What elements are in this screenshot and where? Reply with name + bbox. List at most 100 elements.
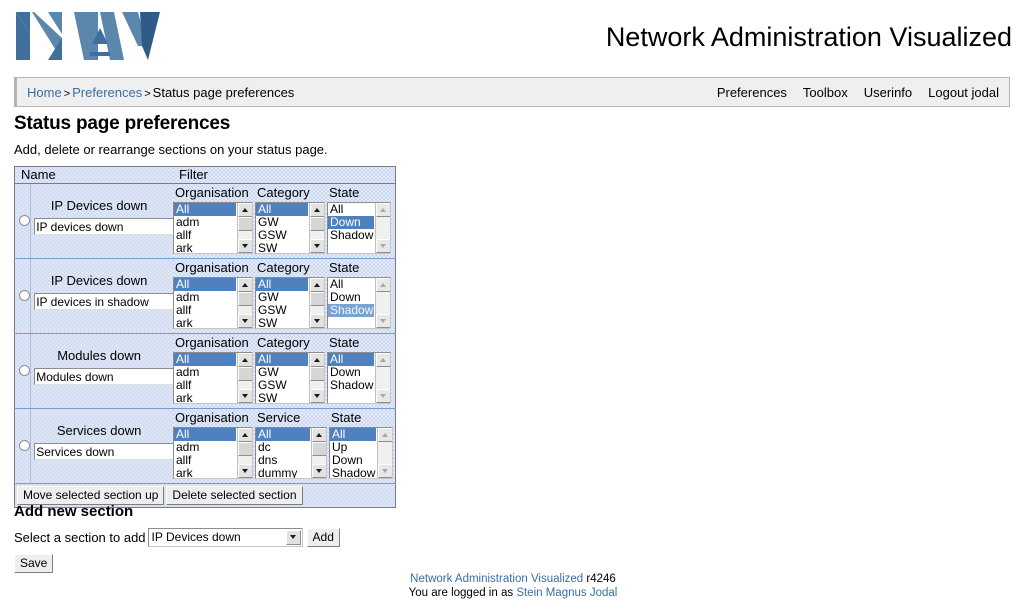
scroll-down-icon[interactable]: [310, 239, 324, 253]
breadcrumb-item-home[interactable]: Home: [27, 85, 62, 100]
section-select-radio-cell[interactable]: [14, 183, 32, 259]
section-filter-cell: Organisation All adm allf ark Service All dc dns…: [173, 408, 396, 484]
listbox-scrollbar[interactable]: [237, 203, 252, 253]
listbox-option[interactable]: ark: [174, 317, 236, 329]
scroll-up-icon[interactable]: [238, 278, 252, 292]
scroll-down-icon[interactable]: [376, 314, 390, 328]
scrollbar-track[interactable]: [376, 292, 390, 314]
section-select-radio-cell[interactable]: [14, 333, 32, 409]
radio-button-icon[interactable]: [19, 440, 30, 451]
radio-button-icon[interactable]: [19, 290, 30, 301]
listbox-scrollbar[interactable]: [309, 203, 324, 253]
listbox-option[interactable]: ark: [174, 467, 236, 479]
listbox-option[interactable]: Shadow: [328, 379, 374, 392]
filter-column-state: State All Up Down Shadow: [329, 409, 393, 479]
scrollbar-thumb[interactable]: [238, 217, 252, 231]
scrollbar-thumb[interactable]: [310, 292, 324, 306]
add-section-button[interactable]: Add: [306, 527, 340, 547]
scrollbar-track[interactable]: [376, 367, 390, 389]
scroll-up-icon[interactable]: [376, 278, 390, 292]
toolbar-link-userinfo[interactable]: Userinfo: [864, 85, 912, 100]
toolbar-link-logout[interactable]: Logout jodal: [928, 85, 999, 100]
scrollbar-thumb[interactable]: [238, 442, 252, 456]
listbox-scrollbar[interactable]: [237, 353, 252, 403]
scroll-down-icon[interactable]: [376, 389, 390, 403]
section-select-radio-cell[interactable]: [14, 258, 32, 334]
footer-user-link[interactable]: Stein Magnus Jodal: [516, 587, 617, 599]
filter-listbox-state[interactable]: All Down Shadow: [327, 352, 391, 404]
listbox-scrollbar[interactable]: [237, 428, 252, 478]
footer-product-link[interactable]: Network Administration Visualized: [410, 573, 583, 585]
filter-listbox-organisation[interactable]: All adm allf ark: [173, 427, 253, 479]
radio-button-icon[interactable]: [19, 365, 30, 376]
filter-group: Organisation All adm allf ark Category All GW GS…: [173, 259, 395, 329]
scrollbar-thumb[interactable]: [310, 217, 324, 231]
scroll-up-icon[interactable]: [238, 203, 252, 217]
listbox-option[interactable]: ark: [174, 392, 236, 404]
scroll-up-icon[interactable]: [310, 203, 324, 217]
listbox-scrollbar[interactable]: [309, 353, 324, 403]
toolbar-link-preferences[interactable]: Preferences: [717, 85, 787, 100]
scroll-down-icon[interactable]: [312, 464, 326, 478]
chevron-down-icon[interactable]: [285, 529, 301, 545]
scroll-down-icon[interactable]: [238, 239, 252, 253]
filter-listbox-state[interactable]: All Up Down Shadow: [329, 427, 393, 479]
listbox-option[interactable]: SW: [256, 242, 308, 254]
scroll-up-icon[interactable]: [310, 278, 324, 292]
scroll-up-icon[interactable]: [238, 353, 252, 367]
listbox-options: All GW GSW SW: [256, 203, 308, 253]
scroll-up-icon[interactable]: [310, 353, 324, 367]
filter-column-category: Category All GW GSW SW: [255, 259, 325, 329]
scroll-down-icon[interactable]: [238, 389, 252, 403]
save-button[interactable]: Save: [14, 554, 54, 573]
scroll-up-icon[interactable]: [378, 428, 392, 442]
section-type-select[interactable]: IP Devices down: [147, 527, 303, 547]
listbox-option[interactable]: SW: [256, 317, 308, 329]
scrollbar-thumb[interactable]: [238, 292, 252, 306]
section-select-radio-cell[interactable]: [14, 408, 32, 484]
filter-listbox-category[interactable]: All GW GSW SW: [255, 202, 325, 254]
listbox-option[interactable]: ark: [174, 242, 236, 254]
scroll-down-icon[interactable]: [238, 314, 252, 328]
main-content: Status page preferences Add, delete or r…: [14, 112, 1010, 573]
scroll-up-icon[interactable]: [376, 203, 390, 217]
listbox-scrollbar[interactable]: [237, 278, 252, 328]
filter-listbox-service[interactable]: All dc dns dummy: [255, 427, 327, 479]
filter-column-title: Organisation: [175, 185, 249, 200]
listbox-option[interactable]: Shadow: [330, 467, 376, 479]
breadcrumb-item-preferences[interactable]: Preferences: [72, 85, 142, 100]
section-name-input[interactable]: [34, 443, 176, 460]
scroll-up-icon[interactable]: [312, 428, 326, 442]
scrollbar-thumb[interactable]: [238, 367, 252, 381]
listbox-scrollbar[interactable]: [309, 278, 324, 328]
filter-listbox-organisation[interactable]: All adm allf ark: [173, 202, 253, 254]
scroll-down-icon[interactable]: [310, 389, 324, 403]
radio-button-icon[interactable]: [19, 215, 30, 226]
scroll-up-icon[interactable]: [376, 353, 390, 367]
filter-listbox-state[interactable]: All Down Shadow: [327, 202, 391, 254]
scrollbar-track[interactable]: [378, 442, 392, 464]
footer-revision: r4246: [586, 573, 616, 585]
filter-listbox-organisation[interactable]: All adm allf ark: [173, 277, 253, 329]
listbox-option[interactable]: dummy: [256, 467, 310, 479]
scroll-down-icon[interactable]: [238, 464, 252, 478]
listbox-option[interactable]: SW: [256, 392, 308, 404]
scroll-up-icon[interactable]: [238, 428, 252, 442]
toolbar-link-toolbox[interactable]: Toolbox: [803, 85, 848, 100]
filter-listbox-organisation[interactable]: All adm allf ark: [173, 352, 253, 404]
listbox-scrollbar[interactable]: [311, 428, 326, 478]
filter-listbox-state[interactable]: All Down Shadow: [327, 277, 391, 329]
scrollbar-thumb[interactable]: [310, 367, 324, 381]
scrollbar-track[interactable]: [376, 217, 390, 239]
scroll-down-icon[interactable]: [310, 314, 324, 328]
filter-listbox-category[interactable]: All GW GSW SW: [255, 352, 325, 404]
scrollbar-thumb[interactable]: [312, 442, 326, 456]
filter-listbox-category[interactable]: All GW GSW SW: [255, 277, 325, 329]
scroll-down-icon[interactable]: [378, 464, 392, 478]
section-name-input[interactable]: [34, 293, 176, 310]
scroll-down-icon[interactable]: [376, 239, 390, 253]
listbox-option[interactable]: Shadow: [328, 304, 374, 317]
section-name-input[interactable]: [34, 368, 176, 385]
listbox-option[interactable]: Shadow: [328, 229, 374, 242]
section-name-input[interactable]: [34, 218, 176, 235]
